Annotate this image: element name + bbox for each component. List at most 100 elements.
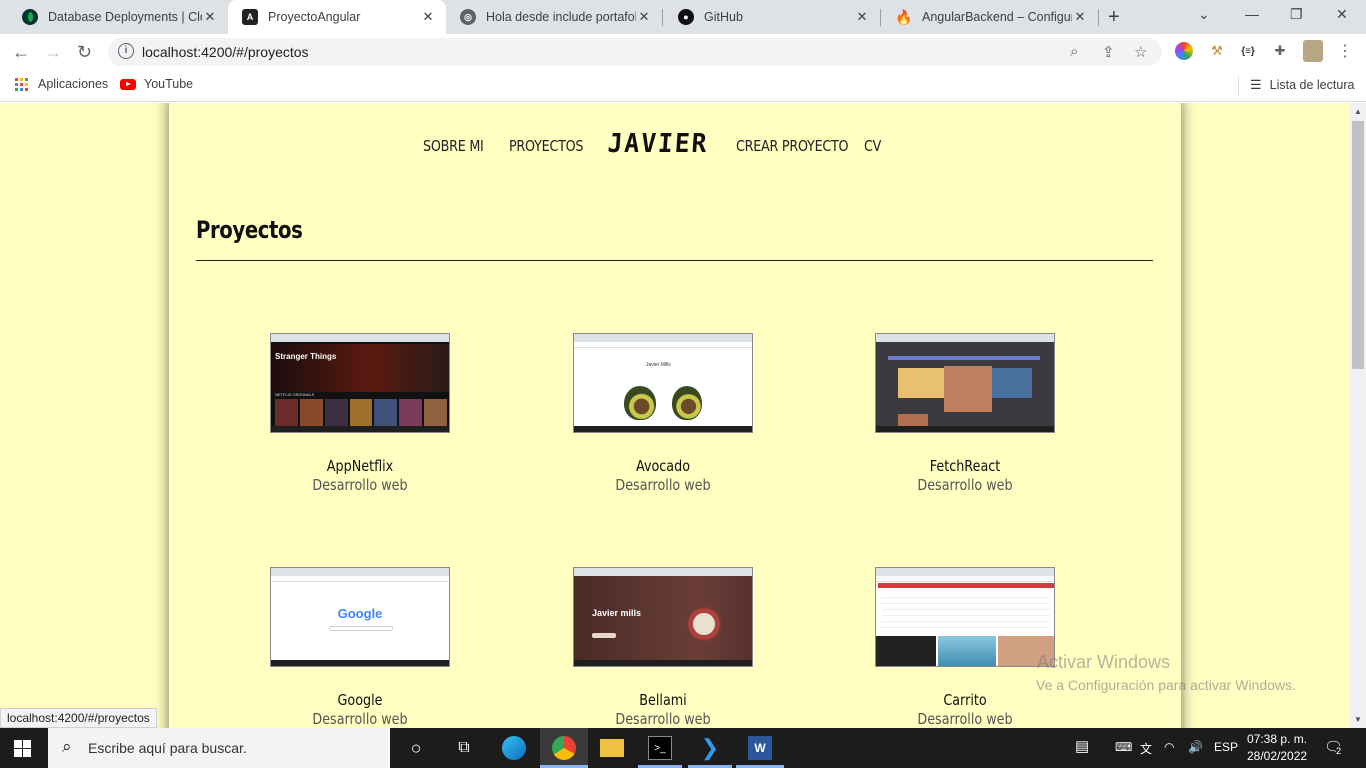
file-explorer-icon[interactable] <box>600 739 624 757</box>
project-name: Bellami <box>639 691 687 709</box>
tab-search-chevron-icon[interactable]: ⌄ <box>1198 6 1210 23</box>
ime-icon[interactable]: 文 <box>1140 740 1152 757</box>
project-card-appnetflix[interactable]: Stranger Things NETFLIX ORIGINALS AppNet… <box>270 333 450 494</box>
share-icon[interactable]: ⇪ <box>1102 43 1115 61</box>
hammer-extension-icon[interactable]: ⚒ <box>1208 42 1226 60</box>
thumb-taskbar <box>271 426 449 432</box>
scrollbar-thumb[interactable] <box>1352 121 1364 369</box>
tab-separator <box>880 9 881 26</box>
thumb-search-bar <box>888 356 1040 360</box>
bookmark-star-icon[interactable]: ☆ <box>1134 43 1147 61</box>
edge-browser-icon[interactable] <box>502 736 526 760</box>
meet-now-icon[interactable]: ⌨ <box>1115 740 1132 754</box>
thumb-url <box>271 576 449 582</box>
notification-count-badge: 2 <box>1336 746 1342 756</box>
close-window-icon[interactable]: ✕ <box>1336 6 1348 23</box>
vscode-icon[interactable]: ❯ <box>698 735 722 760</box>
project-category: Desarrollo web <box>615 476 711 494</box>
new-tab-plus-icon[interactable]: + <box>1108 6 1120 29</box>
nav-link-cv[interactable]: CV <box>864 137 881 155</box>
back-arrow-icon[interactable]: ← <box>12 42 30 63</box>
cortana-circle-icon[interactable]: ○ <box>404 736 428 760</box>
tab-github[interactable]: ● GitHub ✕ <box>664 0 880 34</box>
youtube-icon <box>120 78 136 90</box>
project-card-fetchreact[interactable]: FetchReact Desarrollo web <box>875 333 1055 494</box>
task-view-icon[interactable]: ⧉ <box>452 736 476 760</box>
bookmark-reading-list[interactable]: ☰ Lista de lectura <box>1250 77 1354 93</box>
windows-start-icon[interactable] <box>14 740 31 757</box>
wifi-icon[interactable]: ◠ <box>1164 740 1174 754</box>
scroll-down-arrow-icon[interactable]: ▼ <box>1354 715 1362 724</box>
thumb-search-box <box>329 626 393 631</box>
close-tab-icon[interactable]: ✕ <box>636 9 652 25</box>
main-container: SOBRE MI PROYECTOS JAVIER CREAR PROYECTO… <box>169 103 1181 728</box>
globe-icon: ◎ <box>460 9 476 25</box>
project-name: Carrito <box>943 691 987 709</box>
browser-toolbar: ← → ↻ i localhost:4200/#/proyectos ⌕ ⇪ ☆… <box>0 34 1366 70</box>
bookmark-apps[interactable]: Aplicaciones <box>15 77 108 91</box>
zoom-magnifier-icon[interactable]: ⌕ <box>1070 43 1078 60</box>
forward-arrow-icon[interactable]: → <box>44 42 62 63</box>
brand-logo[interactable]: JAVIER <box>607 129 710 159</box>
angular-icon: A <box>242 9 258 25</box>
site-navbar: SOBRE MI PROYECTOS JAVIER CREAR PROYECTO… <box>169 127 1181 167</box>
apps-grid-icon <box>15 77 28 91</box>
thumb-tabs <box>876 334 1054 342</box>
tab-title: Database Deployments | Clou <box>48 10 202 24</box>
reading-list-icon: ☰ <box>1250 77 1262 92</box>
thumb-tabs <box>574 334 752 342</box>
site-info-icon[interactable]: i <box>118 43 134 59</box>
restore-icon[interactable]: ❐ <box>1290 6 1303 23</box>
close-tab-icon[interactable]: ✕ <box>1072 9 1088 25</box>
bookmark-youtube[interactable]: YouTube <box>120 77 193 91</box>
firebase-icon: 🔥 <box>895 8 913 25</box>
address-bar[interactable]: i localhost:4200/#/proyectos ⌕ ⇪ ☆ <box>108 38 1162 66</box>
tab-angularbackend[interactable]: 🔥 AngularBackend – Configura ✕ <box>882 0 1098 34</box>
clock-time: 07:38 p. m. <box>1247 732 1308 746</box>
project-category: Desarrollo web <box>917 476 1013 494</box>
extensions-puzzle-icon[interactable]: ✚ <box>1271 42 1289 60</box>
chrome-menu-icon[interactable]: ⋮ <box>1336 42 1354 60</box>
close-tab-icon[interactable]: ✕ <box>854 9 870 25</box>
project-thumbnail[interactable] <box>875 567 1055 667</box>
word-icon[interactable]: W <box>748 736 772 760</box>
profile-avatar-icon[interactable] <box>1303 40 1323 62</box>
volume-icon[interactable]: 🔊 <box>1188 740 1203 754</box>
scroll-up-arrow-icon[interactable]: ▲ <box>1354 107 1362 116</box>
color-picker-extension-icon[interactable] <box>1175 42 1193 60</box>
tab-title: GitHub <box>704 10 743 24</box>
nav-link-crear-proyecto[interactable]: CREAR PROYECTO <box>736 137 849 155</box>
tab-proyectoangular[interactable]: A ProyectoAngular ✕ <box>228 0 446 34</box>
project-thumbnail[interactable]: Google <box>270 567 450 667</box>
project-thumbnail[interactable]: Javier mills <box>573 567 753 667</box>
project-card-google[interactable]: Google Google Desarrollo web <box>270 567 450 728</box>
project-category: Desarrollo web <box>917 710 1013 728</box>
project-card-carrito[interactable]: Carrito Desarrollo web <box>875 567 1055 728</box>
thumb-bellami-title: Javier mills <box>592 608 642 618</box>
news-widget-icon[interactable]: ▤ <box>1075 737 1089 755</box>
taskbar-clock[interactable]: 07:38 p. m. 28/02/2022 <box>1247 731 1307 765</box>
taskbar-search-box[interactable]: ⌕ Escribe aquí para buscar. <box>48 728 390 768</box>
nav-link-sobre-mi[interactable]: SOBRE MI <box>423 137 484 155</box>
project-thumbnail[interactable] <box>875 333 1055 433</box>
reload-icon[interactable]: ↻ <box>77 42 92 63</box>
project-card-bellami[interactable]: Javier mills Bellami Desarrollo web <box>573 567 753 728</box>
language-indicator[interactable]: ESP <box>1214 740 1238 754</box>
project-thumbnail[interactable]: Javier Mills <box>573 333 753 433</box>
tab-hola-desde-include[interactable]: ◎ Hola desde include portafolio ✕ <box>446 0 662 34</box>
close-tab-icon[interactable]: ✕ <box>420 9 436 25</box>
project-card-avocado[interactable]: Javier Mills Avocado Desarrollo web <box>573 333 753 494</box>
project-name: Google <box>337 691 383 709</box>
json-extension-icon[interactable]: {≡} <box>1239 42 1257 60</box>
browser-tab-strip: Database Deployments | Clou ✕ A Proyecto… <box>0 0 1366 34</box>
nav-link-proyectos[interactable]: PROYECTOS <box>509 137 584 155</box>
minimize-icon[interactable]: — <box>1245 6 1259 22</box>
project-thumbnail[interactable]: Stranger Things NETFLIX ORIGINALS <box>270 333 450 433</box>
terminal-icon[interactable]: >_ <box>648 736 672 760</box>
close-tab-icon[interactable]: ✕ <box>202 9 218 25</box>
tab-database-deployments[interactable]: Database Deployments | Clou ✕ <box>8 0 228 34</box>
chrome-browser-icon[interactable] <box>552 736 576 760</box>
page-scrollbar[interactable]: ▲ ▼ <box>1350 103 1366 728</box>
address-url-text[interactable]: localhost:4200/#/proyectos <box>142 44 309 60</box>
thumb-google-logo: Google <box>337 606 383 621</box>
